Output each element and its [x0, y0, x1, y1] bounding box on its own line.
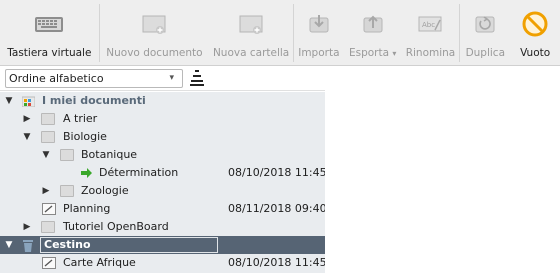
tree-item-date: 08/10/2018 11:45 — [228, 166, 327, 179]
import-label: Importa — [298, 47, 340, 59]
tree-item-date: 08/11/2018 09:40 — [228, 202, 327, 215]
sort-direction-icon[interactable] — [190, 69, 204, 87]
tree-item-label: Carte Afrique — [63, 256, 136, 269]
expanded-arrow-icon[interactable]: ▼ — [22, 128, 32, 146]
trash-icon — [22, 239, 34, 252]
toolbar: Tastiera virtuale Nuovo documento Nuova … — [0, 0, 560, 66]
tree-item-label: Zoologie — [81, 184, 129, 197]
collapsed-arrow-icon[interactable]: ▶ — [41, 182, 51, 200]
folder-icon — [41, 131, 55, 143]
empty-trash-button[interactable]: Vuoto — [510, 0, 560, 66]
keyboard-icon — [34, 11, 64, 37]
new-folder-label: Nuova cartella — [212, 47, 290, 59]
tree-item-label: Détermination — [99, 166, 179, 179]
virtual-keyboard-label: Tastiera virtuale — [7, 47, 92, 59]
sort-order-value: Ordine alfabetico — [9, 72, 104, 85]
new-document-icon — [139, 11, 169, 37]
tree-item-carte-afrique[interactable]: Carte Afrique 08/10/2018 11:45 — [0, 254, 327, 272]
tree-item-label: Tutoriel OpenBoard — [63, 220, 169, 233]
export-label: Esporta ▾ — [348, 47, 397, 59]
duplicate-icon — [470, 11, 500, 37]
tree-item-biologie[interactable]: ▼ Biologie — [0, 128, 325, 146]
tree-item-label: A trier — [63, 112, 98, 125]
document-thumbnail-icon — [42, 203, 56, 215]
collapsed-arrow-icon[interactable]: ▶ — [22, 218, 32, 236]
expanded-arrow-icon[interactable]: ▼ — [41, 146, 51, 164]
export-button[interactable]: Esporta ▾ — [344, 0, 402, 66]
tree-item-trash[interactable]: ▼ Cestino — [0, 236, 325, 254]
new-folder-button[interactable]: Nuova cartella — [209, 0, 293, 66]
folder-icon — [60, 149, 74, 161]
duplicate-button[interactable]: Duplica — [460, 0, 510, 66]
sort-order-select[interactable]: Ordine alfabetico ▾ — [5, 69, 183, 88]
document-tree: ▼ I miei documenti ▶ A trier ▼ Biologie … — [0, 92, 327, 273]
new-folder-icon — [236, 11, 266, 37]
collapsed-arrow-icon[interactable]: ▶ — [22, 110, 32, 128]
rename-label: Rinomina — [405, 47, 456, 59]
tree-item-determination[interactable]: Détermination 08/10/2018 11:45 — [0, 164, 327, 182]
tree-item-label: Biologie — [63, 130, 107, 143]
expanded-arrow-icon[interactable]: ▼ — [4, 236, 14, 254]
new-document-label: Nuovo documento — [106, 47, 203, 59]
rename-icon: Abc — [415, 11, 445, 37]
tree-item-label: I miei documenti — [42, 94, 146, 107]
tree-item-zoologie[interactable]: ▶ Zoologie — [0, 182, 325, 200]
document-preview-area — [325, 92, 560, 273]
folder-icon — [60, 185, 74, 197]
folder-icon — [41, 221, 55, 233]
tree-item-botanique[interactable]: ▼ Botanique — [0, 146, 325, 164]
tree-item-label: Botanique — [81, 148, 138, 161]
tree-item-date: 08/10/2018 11:45 — [228, 256, 327, 269]
import-icon — [304, 11, 334, 37]
tree-item-label: Cestino — [44, 238, 91, 251]
chevron-down-icon: ▾ — [169, 73, 174, 83]
duplicate-label: Duplica — [465, 47, 506, 59]
empty-trash-icon — [520, 11, 550, 37]
tree-item-a-trier[interactable]: ▶ A trier — [0, 110, 325, 128]
document-library-icon — [21, 95, 36, 108]
sort-bar: Ordine alfabetico ▾ — [0, 67, 325, 91]
tree-item-planning[interactable]: Planning 08/11/2018 09:40 — [0, 200, 327, 218]
import-button[interactable]: Importa — [294, 0, 344, 66]
virtual-keyboard-button[interactable]: Tastiera virtuale — [0, 0, 99, 66]
rename-button[interactable]: Abc Rinomina — [402, 0, 460, 66]
svg-text:Abc: Abc — [422, 21, 435, 29]
tree-item-tutoriel-openboard[interactable]: ▶ Tutoriel OpenBoard — [0, 218, 325, 236]
green-arrow-icon — [80, 167, 93, 179]
new-document-button[interactable]: Nuovo documento — [100, 0, 210, 66]
expanded-arrow-icon[interactable]: ▼ — [4, 92, 14, 110]
export-dropdown-icon: ▾ — [392, 49, 397, 58]
tree-item-my-documents[interactable]: ▼ I miei documenti — [0, 92, 325, 110]
tree-item-label: Planning — [63, 202, 111, 215]
document-thumbnail-icon — [42, 257, 56, 269]
folder-icon — [41, 113, 55, 125]
export-icon — [358, 11, 388, 37]
empty-trash-label: Vuoto — [520, 47, 551, 59]
